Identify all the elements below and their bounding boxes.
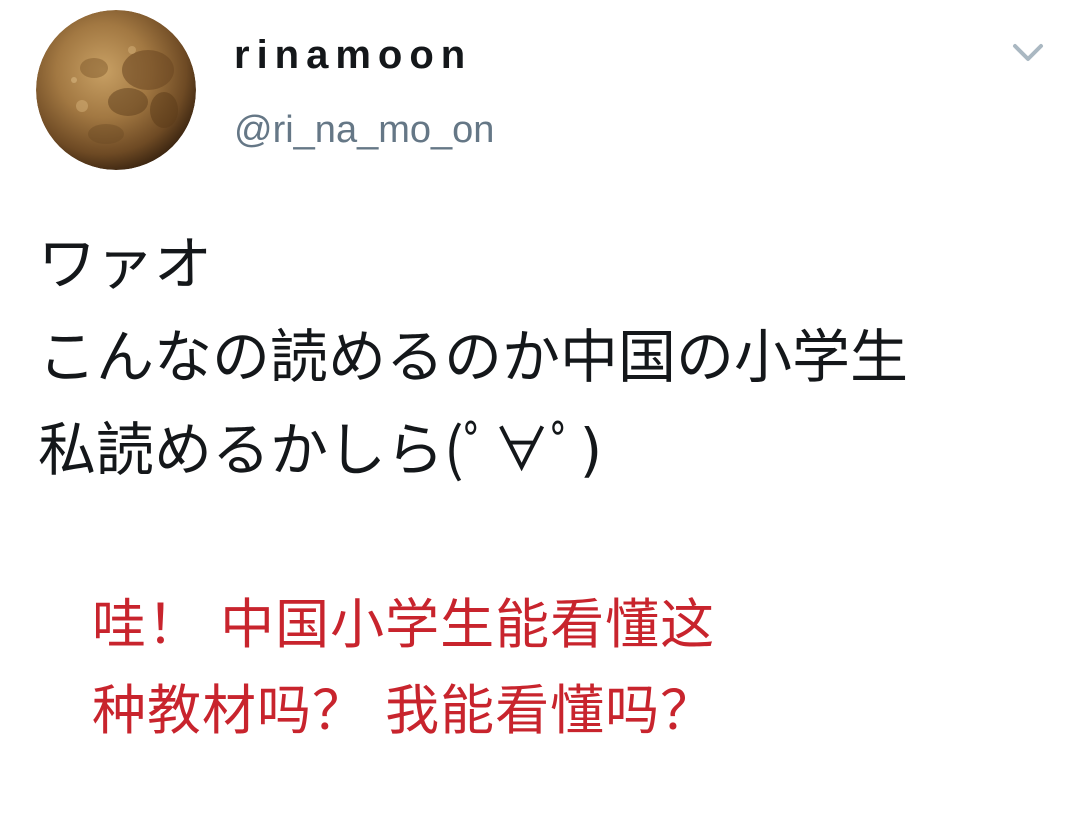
tweet-line: こんなの読めるのか中国の小学生 [38,323,909,391]
display-name[interactable]: rinamoon [234,30,472,80]
tweet-text: ワァオ こんなの読めるのか中国の小学生 私読めるかしら(ﾟ∀ﾟ) [38,218,1058,497]
user-handle[interactable]: @ri_na_mo_on [234,106,494,154]
caption-line: 哇！ 中国小学生能看懂这 [92,593,716,656]
avatar[interactable] [36,10,196,170]
chevron-down-icon[interactable] [1006,34,1050,70]
moon-avatar-icon [36,10,196,170]
tweet-line: ワァオ [38,230,213,298]
translation-caption: 哇！ 中国小学生能看懂这 种教材吗？ 我能看懂吗？ [92,582,992,754]
tweet-line: 私読めるかしら(ﾟ∀ﾟ) [38,416,603,484]
caption-line: 种教材吗？ 我能看懂吗？ [92,679,716,742]
